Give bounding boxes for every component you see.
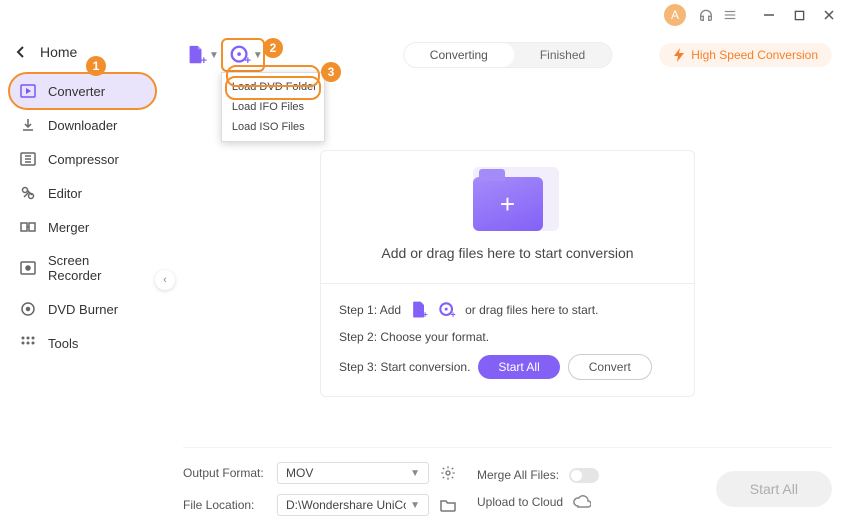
chevron-down-icon: ▼ [410, 468, 420, 479]
file-location-value: D:\Wondershare UniConverter 1 [286, 498, 406, 512]
chevron-down-icon: ▼ [410, 500, 420, 511]
dvd-dropdown-menu: Load DVD Folder Load IFO Files Load ISO … [221, 72, 325, 142]
output-format-value: MOV [286, 466, 313, 480]
bolt-icon [673, 48, 685, 62]
file-location-label: File Location: [183, 498, 267, 512]
step-3-label: Step 3: Start conversion. [339, 360, 470, 374]
editor-icon [20, 185, 36, 201]
step-3: Step 3: Start conversion. Start All Conv… [339, 354, 676, 380]
footer-bar: Output Format: MOV ▼ File Location: D:\W… [183, 447, 832, 516]
sidebar-item-editor[interactable]: Editor [10, 176, 155, 210]
high-speed-label: High Speed Conversion [691, 48, 818, 62]
drop-zone[interactable]: + Add or drag files here to start conver… [321, 151, 694, 283]
annotation-2: 2 [263, 38, 283, 58]
annotation-3: 3 [321, 62, 341, 82]
cloud-label: Upload to Cloud [477, 495, 563, 509]
sidebar-item-label: Screen Recorder [48, 253, 145, 283]
svg-text:+: + [422, 310, 427, 320]
step-1: Step 1: Add + + or drag files here to st… [339, 300, 676, 320]
tools-icon [20, 335, 36, 351]
chevron-down-icon: ▼ [209, 50, 219, 61]
menu-item-load-iso-files[interactable]: Load ISO Files [222, 117, 324, 137]
sidebar-item-label: DVD Burner [48, 302, 118, 317]
add-file-button[interactable]: + ▼ [183, 40, 221, 70]
sidebar-item-label: Downloader [48, 118, 117, 133]
sidebar-item-tools[interactable]: Tools [10, 326, 155, 360]
sidebar-item-screen-recorder[interactable]: Screen Recorder [10, 244, 155, 292]
svg-text:+: + [201, 55, 207, 66]
maximize-button[interactable] [786, 2, 812, 28]
minimize-button[interactable] [756, 2, 782, 28]
back-icon[interactable] [16, 46, 26, 58]
dvd-mini-icon[interactable]: + [437, 300, 457, 320]
output-format-label: Output Format: [183, 466, 267, 480]
output-format-select[interactable]: MOV ▼ [277, 462, 429, 484]
merge-toggle[interactable] [569, 468, 599, 483]
convert-mini-button[interactable]: Convert [568, 354, 652, 380]
home-label: Home [40, 44, 77, 60]
chevron-down-icon: ▼ [253, 50, 263, 61]
sidebar-item-converter[interactable]: Converter [10, 74, 155, 108]
home-row[interactable]: Home [10, 38, 155, 74]
add-file-icon: + [185, 44, 207, 66]
dvd-icon: + [229, 44, 251, 66]
converter-icon [20, 83, 36, 99]
open-folder-icon[interactable] [439, 496, 457, 514]
load-dvd-button[interactable]: + ▼ Load DVD Folder Load IFO Files Load … [227, 40, 265, 70]
hamburger-icon[interactable] [720, 5, 740, 25]
sidebar-item-label: Merger [48, 220, 89, 235]
sidebar-item-label: Converter [48, 84, 105, 99]
close-button[interactable] [816, 2, 842, 28]
merge-label: Merge All Files: [477, 468, 559, 482]
sidebar-item-label: Compressor [48, 152, 119, 167]
avatar[interactable]: A [664, 4, 686, 26]
menu-item-load-dvd-folder[interactable]: Load DVD Folder [222, 77, 324, 97]
cloud-icon[interactable] [573, 493, 591, 511]
svg-text:+: + [450, 310, 455, 320]
titlebar: A [0, 0, 850, 30]
sidebar-item-compressor[interactable]: Compressor [10, 142, 155, 176]
merger-icon [20, 219, 36, 235]
step-1-pre-label: Step 1: Add [339, 303, 401, 317]
sidebar: Home Converter Downloader Compressor Edi… [0, 30, 165, 530]
drop-card: + Add or drag files here to start conver… [320, 150, 695, 397]
sidebar-item-label: Editor [48, 186, 82, 201]
tab-group: Converting Finished [403, 42, 612, 68]
content-area: + ▼ + ▼ Load DVD Folder Load IFO Files L… [165, 30, 850, 530]
file-location-select[interactable]: D:\Wondershare UniConverter 1 ▼ [277, 494, 429, 516]
add-file-mini-icon[interactable]: + [409, 300, 429, 320]
screen-recorder-icon [20, 260, 36, 276]
start-all-mini-button[interactable]: Start All [478, 355, 559, 379]
steps-panel: Step 1: Add + + or drag files here to st… [321, 283, 694, 396]
compressor-icon [20, 151, 36, 167]
sidebar-item-label: Tools [48, 336, 78, 351]
sidebar-item-downloader[interactable]: Downloader [10, 108, 155, 142]
high-speed-badge[interactable]: High Speed Conversion [659, 43, 832, 67]
downloader-icon [20, 117, 36, 133]
drop-title: Add or drag files here to start conversi… [381, 245, 633, 261]
sidebar-item-merger[interactable]: Merger [10, 210, 155, 244]
collapse-sidebar-button[interactable]: ‹ [155, 270, 175, 290]
start-all-button[interactable]: Start All [716, 471, 832, 507]
annotation-1: 1 [86, 56, 106, 76]
step-1-post-label: or drag files here to start. [465, 303, 598, 317]
step-2: Step 2: Choose your format. [339, 330, 676, 344]
settings-gear-icon[interactable] [439, 464, 457, 482]
headset-icon[interactable] [696, 5, 716, 25]
dvd-burner-icon [20, 301, 36, 317]
sidebar-item-dvd-burner[interactable]: DVD Burner [10, 292, 155, 326]
tab-converting[interactable]: Converting [404, 43, 514, 67]
folder-add-icon: + [473, 177, 543, 231]
menu-item-load-ifo-files[interactable]: Load IFO Files [222, 97, 324, 117]
tab-finished[interactable]: Finished [514, 43, 611, 67]
